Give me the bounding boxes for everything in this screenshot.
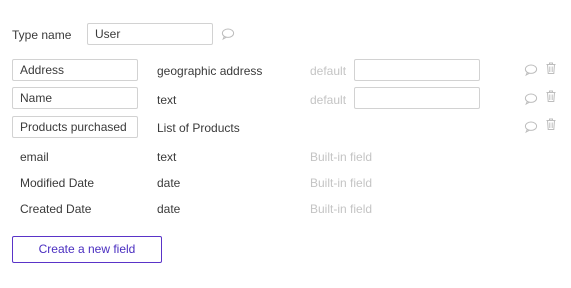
field-name-input[interactable]: Name: [12, 87, 138, 109]
comment-icon[interactable]: [524, 92, 538, 106]
builtin-field-name: email: [20, 150, 49, 164]
data-type-editor: Type name User Address geographic addres…: [0, 0, 571, 288]
field-name-input[interactable]: Address: [12, 59, 138, 81]
field-type: date: [157, 176, 181, 190]
trash-icon[interactable]: [544, 89, 558, 103]
builtin-field-label: Built-in field: [310, 202, 373, 216]
builtin-field-label: Built-in field: [310, 176, 373, 190]
comment-icon[interactable]: [524, 63, 538, 77]
builtin-field-name: Modified Date: [20, 176, 95, 190]
comment-icon[interactable]: [221, 27, 235, 41]
field-type[interactable]: text: [157, 93, 176, 107]
comment-icon[interactable]: [524, 120, 538, 134]
field-type: date: [157, 202, 181, 216]
trash-icon[interactable]: [544, 61, 558, 75]
builtin-field-name: Created Date: [20, 202, 92, 216]
field-name-input[interactable]: Products purchased: [12, 116, 138, 138]
builtin-field-label: Built-in field: [310, 150, 373, 164]
field-type: text: [157, 150, 177, 164]
default-label: default: [310, 93, 347, 107]
field-type[interactable]: geographic address: [157, 64, 262, 78]
create-new-field-button[interactable]: Create a new field: [12, 236, 162, 263]
type-name-label: Type name: [12, 28, 72, 42]
default-label: default: [310, 64, 347, 78]
field-type[interactable]: List of Products: [157, 121, 240, 135]
default-value-input[interactable]: [354, 87, 480, 109]
default-value-input[interactable]: [354, 59, 480, 81]
trash-icon[interactable]: [544, 117, 558, 131]
type-name-input[interactable]: User: [87, 23, 213, 45]
